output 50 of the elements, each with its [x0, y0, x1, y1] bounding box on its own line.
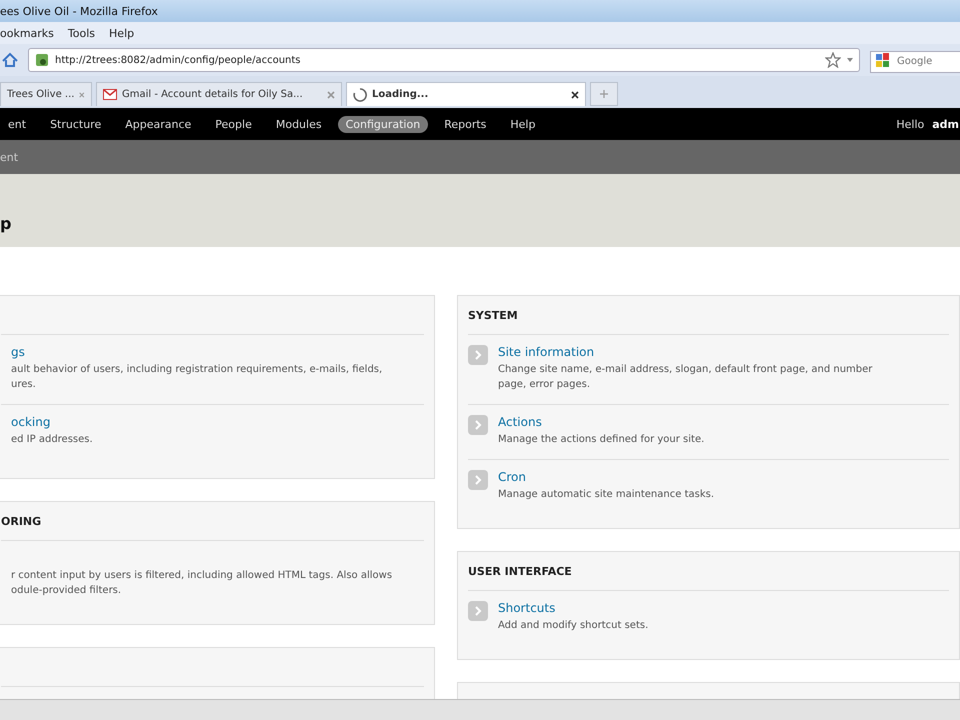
panel-heading: SYSTEM — [468, 308, 518, 322]
page-title: p — [0, 214, 12, 233]
site-icon — [35, 53, 49, 67]
toolbar-link[interactable]: Structure — [42, 116, 110, 132]
toolbar-link[interactable]: People — [207, 116, 260, 132]
item-description: page, error pages. — [498, 378, 592, 392]
item-description: odule-provided filters. — [11, 584, 122, 598]
panel-heading: USER INTERFACE — [468, 564, 572, 578]
caret-icon[interactable] — [847, 58, 853, 62]
mail-icon — [103, 89, 117, 100]
item-description: Manage the actions defined for your site. — [498, 433, 704, 447]
settings-link[interactable]: Site information — [498, 345, 594, 359]
item-description: r content input by users is filtered, including allowed HTML tags. Also allows — [11, 569, 392, 583]
item-description: ures. — [11, 378, 37, 392]
search-field[interactable]: Google — [870, 50, 960, 72]
item-description: Add and modify shortcut sets. — [498, 619, 648, 633]
panel-heading: ORING — [1, 514, 42, 528]
toolbar-link[interactable]: Help — [502, 116, 544, 132]
toolbar-link[interactable]: Configuration — [338, 116, 428, 132]
settings-link[interactable]: Actions — [498, 415, 542, 429]
home-icon[interactable] — [2, 52, 18, 68]
search-engine-icon[interactable] — [875, 52, 891, 68]
settings-link[interactable]: Shortcuts — [498, 601, 556, 615]
browser-tab[interactable]: Loading... — [346, 82, 586, 106]
settings-link[interactable]: ocking — [11, 415, 50, 429]
toolbar-link[interactable]: Appearance — [117, 116, 200, 132]
window-title: ees Olive Oil - Mozilla Firefox — [0, 4, 158, 18]
toolbar-link[interactable]: ent — [0, 116, 34, 132]
item-description: Change site name, e-mail address, slogan, default front page, and number — [498, 363, 872, 377]
shortcut-link[interactable]: ent — [0, 150, 18, 164]
close-icon[interactable] — [571, 90, 579, 98]
menu-item[interactable]: Help — [109, 26, 134, 40]
address-field[interactable]: http://2trees:8082/admin/config/people/accounts — [28, 48, 860, 72]
browser-tab[interactable]: Trees Olive ... — [0, 82, 92, 106]
browser-tab[interactable]: Gmail - Account details for Oily Sa... — [96, 82, 342, 106]
loading-icon — [353, 88, 367, 102]
new-tab-button[interactable] — [590, 82, 618, 106]
user-link[interactable]: adm — [932, 118, 959, 130]
item-description: ault behavior of users, including registration requirements, e-mails, fields, — [11, 363, 382, 377]
settings-link[interactable]: gs — [11, 345, 25, 359]
menu-item[interactable]: Tools — [68, 26, 96, 40]
toolbar-link[interactable]: Reports — [436, 116, 494, 132]
greeting-text: Hello — [896, 118, 924, 130]
star-icon[interactable] — [825, 52, 841, 68]
toolbar-link[interactable]: Modules — [268, 116, 330, 132]
settings-link[interactable]: Cron — [498, 470, 526, 484]
item-description: ed IP addresses. — [11, 433, 93, 447]
menu-item[interactable]: ookmarks — [0, 26, 54, 40]
plus-icon — [600, 90, 608, 98]
item-description: Manage automatic site maintenance tasks. — [498, 488, 714, 502]
